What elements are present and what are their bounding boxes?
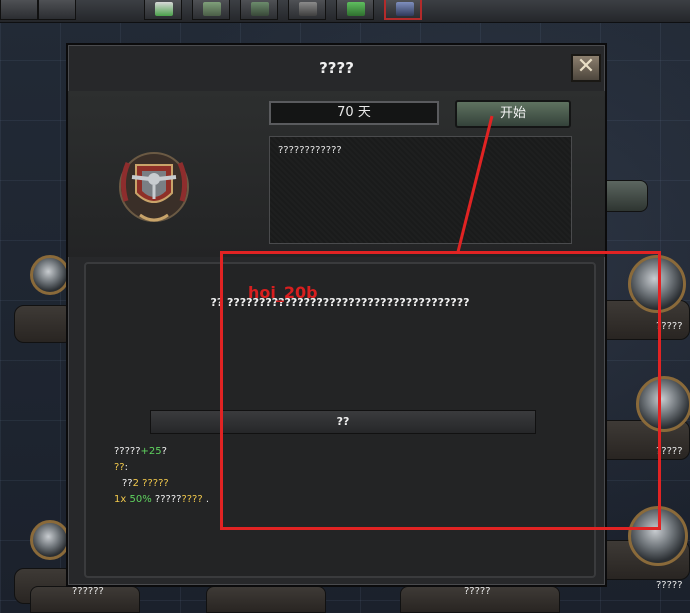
annotation-label: hoi_20b (248, 283, 318, 302)
